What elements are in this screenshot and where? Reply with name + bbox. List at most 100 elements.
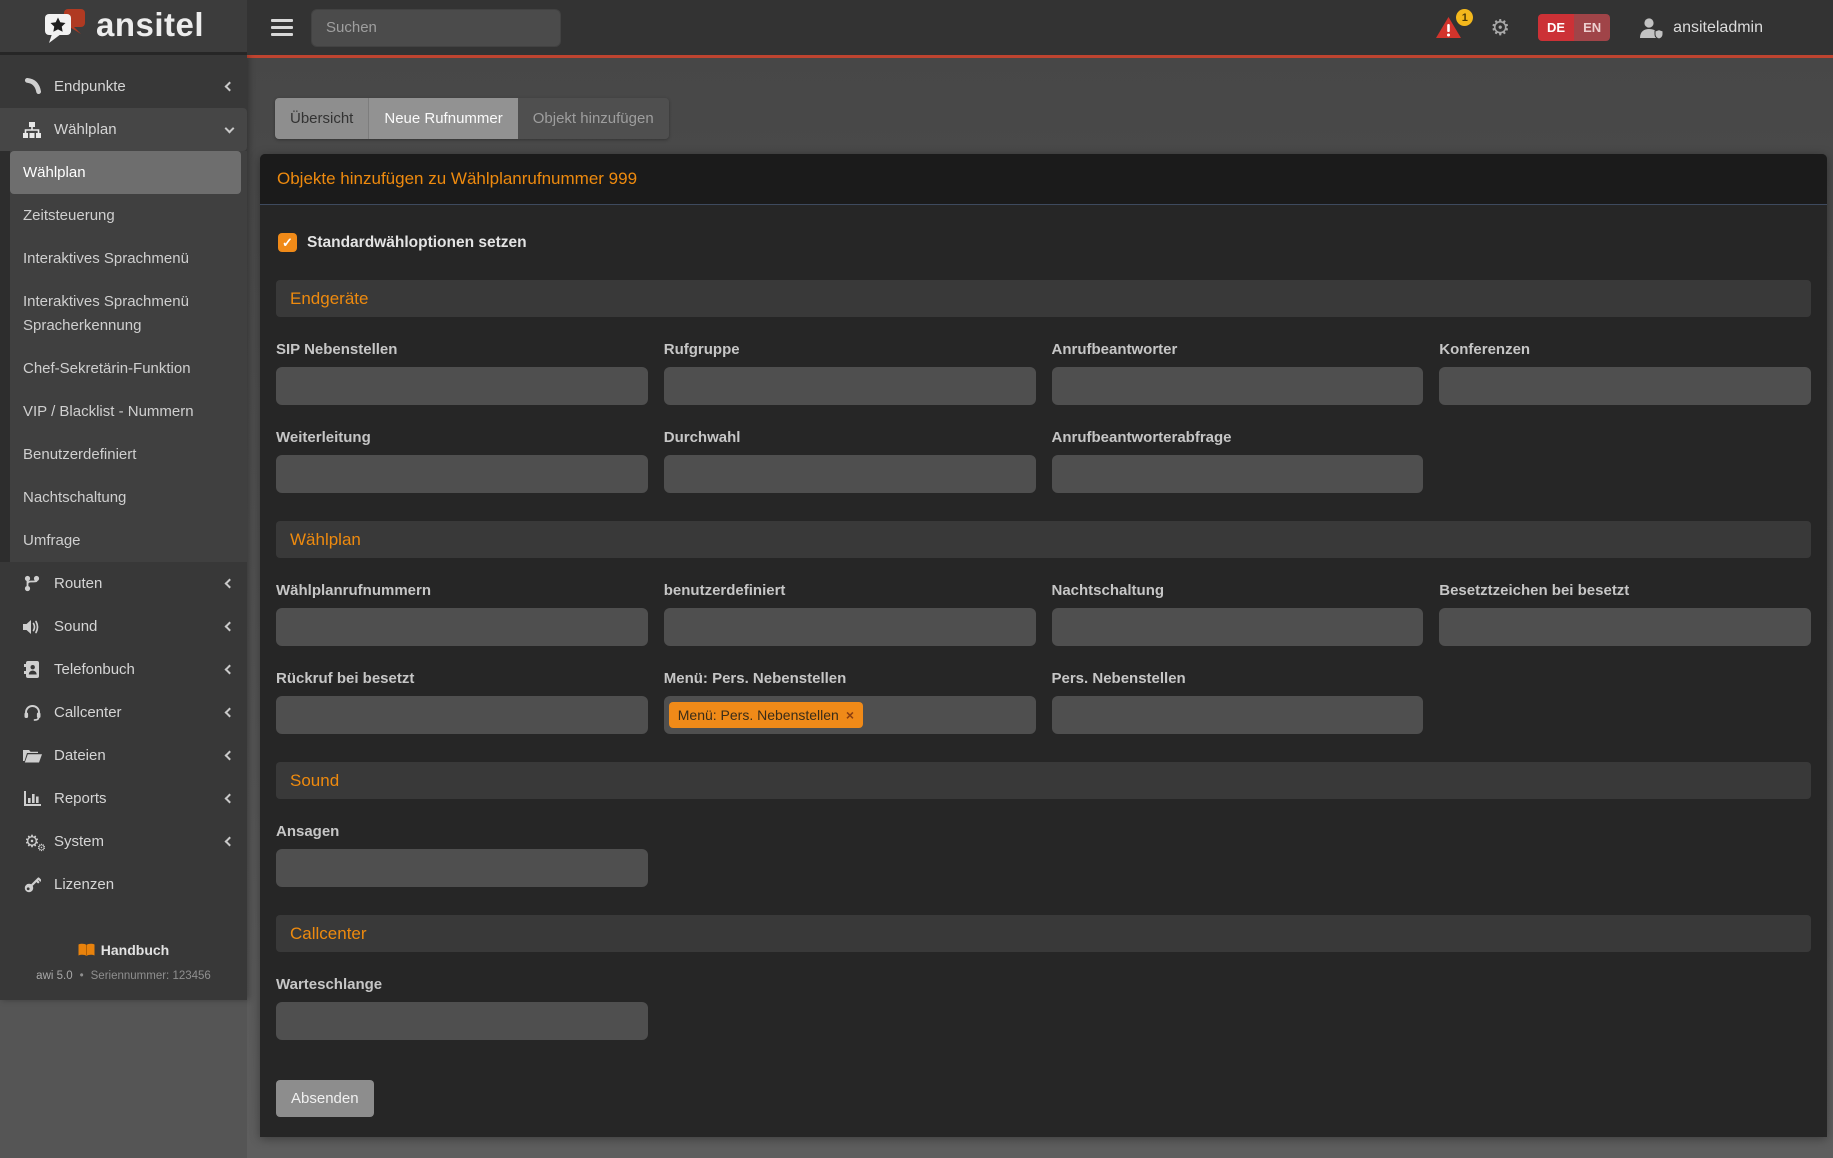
waehlplan-submenu: Wählplan Zeitsteuerung Interaktives Spra… [0,151,247,562]
user-menu[interactable]: ansiteladmin [1638,17,1763,39]
form-field: Nachtschaltung [1052,558,1424,646]
submenu-item-chef-sekretaerin[interactable]: Chef-Sekretärin-Funktion [10,347,247,390]
tab-neue-rufnummer[interactable]: Neue Rufnummer [369,98,517,139]
search-input[interactable] [311,9,561,47]
submenu-item-interaktives-sprachmenu[interactable]: Interaktives Sprachmenü [10,237,247,280]
sidebar-item-telefonbuch[interactable]: Telefonbuch [0,648,247,691]
ansagen-input[interactable] [276,849,648,887]
submenu-item-benutzerdefiniert[interactable]: Benutzerdefiniert [10,433,247,476]
field-label: Rufgruppe [664,341,1036,358]
tag-label: Menü: Pers. Nebenstellen [678,707,839,723]
chevron-left-icon [225,837,235,847]
form-field: Pers. Nebenstellen [1052,646,1424,734]
sip-nebenstellen-input[interactable] [276,367,648,405]
benutzerdefiniert-input[interactable] [664,608,1036,646]
chevron-left-icon [225,579,235,589]
submenu-item-vip-blacklist[interactable]: VIP / Blacklist - Nummern [10,390,247,433]
field-label: Nachtschaltung [1052,582,1424,599]
key-icon [22,875,42,895]
lang-en-button[interactable]: EN [1574,14,1610,41]
konferenzen-input[interactable] [1439,367,1811,405]
sidebar-footer: Handbuch awi 5.0 • Seriennummer: 123456 [0,942,247,1000]
absenden-button[interactable]: Absenden [276,1080,374,1117]
username-label: ansiteladmin [1673,19,1763,37]
anrufbeantworter-input[interactable] [1052,367,1424,405]
settings-gear-icon[interactable]: ⚙ [1490,17,1510,39]
book-icon [78,943,95,957]
warteschlange-input[interactable] [276,1002,648,1040]
brand-name: ansitel [96,8,204,45]
form-field: Durchwahl [664,405,1036,493]
sidebar-item-endpunkte[interactable]: Endpunkte [0,65,247,108]
submenu-item-waehlplan[interactable]: Wählplan [10,151,241,194]
callcenter-fields: Warteschlange [276,952,1811,1040]
submenu-item-nachtschaltung[interactable]: Nachtschaltung [10,476,247,519]
sidebar-item-dateien[interactable]: Dateien [0,734,247,777]
standardwahloptionen-checkbox[interactable] [278,233,297,252]
cogs-icon: ⚙ ⚙ [22,832,42,852]
form-field: Anrufbeantworterabfrage [1052,405,1424,493]
sidebar-item-label: Reports [54,790,226,807]
sidebar-item-callcenter[interactable]: Callcenter [0,691,247,734]
sidebar-item-sound[interactable]: Sound [0,605,247,648]
field-label: Konferenzen [1439,341,1811,358]
sidebar-item-waehlplan[interactable]: Wählplan [0,108,247,151]
chevron-left-icon [225,82,235,92]
handbuch-link[interactable]: Handbuch [0,942,247,958]
submenu-item-zeitsteuerung[interactable]: Zeitsteuerung [10,194,247,237]
panel-title: Objekte hinzufügen zu Wählplanrufnummer … [260,154,1827,205]
field-label: Anrufbeantworterabfrage [1052,429,1424,446]
alert-count-badge: 1 [1456,9,1473,26]
version-info: awi 5.0 • Seriennummer: 123456 [0,970,247,982]
form-field: Ansagen [276,799,648,887]
form-field: benutzerdefiniert [664,558,1036,646]
tab-objekt-hinzufuegen[interactable]: Objekt hinzufügen [518,98,669,139]
version-label: awi 5.0 [36,970,72,982]
form-field: Konferenzen [1439,317,1811,405]
rufgruppe-input[interactable] [664,367,1036,405]
bar-chart-icon [22,789,42,809]
brand-logo[interactable]: ansitel [0,0,247,55]
sidebar-item-label: Dateien [54,747,226,764]
chevron-left-icon [225,665,235,675]
waehlplanrufnummern-input[interactable] [276,608,648,646]
address-book-icon [22,660,42,680]
besetztzeichen-input[interactable] [1439,608,1811,646]
alerts-button[interactable]: 1 [1435,16,1462,39]
sidebar-item-label: System [54,833,226,850]
waehlplan-fields: Wählplanrufnummern benutzerdefiniert Nac… [276,558,1811,734]
headset-icon [22,703,42,723]
separator-dot: • [80,970,84,982]
lang-de-button[interactable]: DE [1538,14,1574,41]
nachtschaltung-input[interactable] [1052,608,1424,646]
checkbox-label: Standardwähloptionen setzen [307,234,527,252]
route-branch-icon [22,574,42,594]
hamburger-menu-icon[interactable] [271,19,293,36]
tab-uebersicht[interactable]: Übersicht [275,98,369,139]
rueckruf-bei-besetzt-input[interactable] [276,696,648,734]
submenu-item-umfrage[interactable]: Umfrage [10,519,247,562]
tag-remove-icon[interactable]: × [846,707,854,723]
submenu-item-sprachmenu-spracherkennung[interactable]: Interaktives Sprachmenü Spracherkennung [10,280,247,347]
folder-open-icon [22,746,42,766]
form-field: Weiterleitung [276,405,648,493]
sidebar-item-system[interactable]: ⚙ ⚙ System [0,820,247,863]
durchwahl-input[interactable] [664,455,1036,493]
handbuch-label: Handbuch [101,942,169,958]
field-label: Pers. Nebenstellen [1052,670,1424,687]
anrufbeantworterabfrage-input[interactable] [1052,455,1424,493]
form-field: SIP Nebenstellen [276,317,648,405]
sidebar-item-lizenzen[interactable]: Lizenzen [0,863,247,906]
menu-pers-nebenstellen-input[interactable]: Menü: Pers. Nebenstellen × [664,696,1036,734]
sidebar-item-label: Callcenter [54,704,226,721]
main-content: Übersicht Neue Rufnummer Objekt hinzufüg… [247,58,1833,1158]
sidebar-item-routen[interactable]: Routen [0,562,247,605]
chevron-left-icon [225,794,235,804]
weiterleitung-input[interactable] [276,455,648,493]
field-label: Besetztzeichen bei besetzt [1439,582,1811,599]
field-label: Wählplanrufnummern [276,582,648,599]
field-label: Ansagen [276,823,648,840]
field-label: Warteschlange [276,976,648,993]
sidebar-item-reports[interactable]: Reports [0,777,247,820]
pers-nebenstellen-input[interactable] [1052,696,1424,734]
